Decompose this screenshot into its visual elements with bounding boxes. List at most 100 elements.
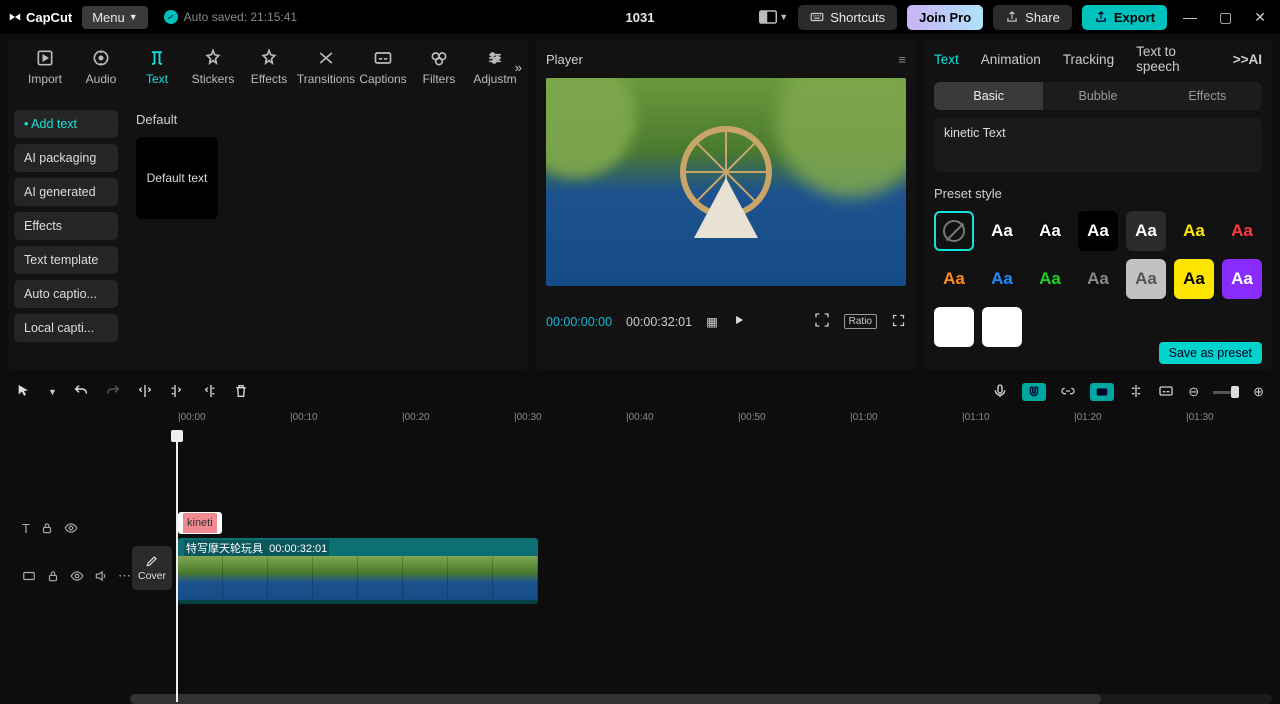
section-label: Default — [136, 112, 516, 127]
menu-button[interactable]: Menu ▼ — [82, 6, 147, 29]
preset-style-swatch[interactable] — [1078, 307, 1118, 347]
shortcuts-button[interactable]: Shortcuts — [798, 5, 897, 30]
subtab-effects[interactable]: Effects — [1153, 82, 1262, 110]
sidebar-item[interactable]: Effects — [14, 212, 118, 240]
preset-style-swatch[interactable]: Aa — [1078, 259, 1118, 299]
sidebar-item[interactable]: Local capti... — [14, 314, 118, 342]
playhead[interactable] — [177, 430, 189, 690]
lock-icon[interactable] — [46, 569, 60, 583]
more-tabs-arrow[interactable]: » — [515, 60, 522, 75]
sidebar-item[interactable]: AI generated — [14, 178, 118, 206]
timeline-scrollbar[interactable] — [130, 694, 1272, 704]
preset-style-swatch[interactable]: Aa — [982, 259, 1022, 299]
export-button[interactable]: Export — [1082, 5, 1167, 30]
cover-button[interactable]: Cover — [132, 546, 172, 590]
text-content-input[interactable]: kinetic Text — [934, 118, 1262, 172]
preset-style-swatch[interactable]: Aa — [934, 259, 974, 299]
preset-style-swatch[interactable]: Aa — [1222, 259, 1262, 299]
ratio-button[interactable]: Ratio — [844, 314, 877, 329]
window-minimize[interactable]: — — [1177, 9, 1203, 25]
undo-button[interactable] — [73, 383, 89, 402]
media-tab-text[interactable]: Text — [130, 44, 184, 86]
play-button[interactable] — [732, 313, 746, 330]
layout-switch[interactable]: ▼ — [759, 10, 788, 24]
sound-icon[interactable] — [94, 569, 108, 583]
magnet-tool-on[interactable] — [1022, 383, 1046, 401]
preset-style-swatch[interactable]: Aa — [1126, 211, 1166, 251]
pointer-tool[interactable] — [16, 383, 32, 402]
align-tool[interactable] — [1128, 383, 1144, 402]
preset-style-swatch[interactable]: Aa — [1078, 211, 1118, 251]
save-as-preset-button[interactable]: Save as preset — [1159, 342, 1262, 364]
list-view-icon[interactable]: ▦ — [706, 314, 718, 329]
link-tool[interactable] — [1060, 383, 1076, 402]
fullscreen-icon[interactable] — [891, 313, 906, 331]
preset-style-swatch[interactable] — [1030, 307, 1070, 347]
redo-button[interactable] — [105, 383, 121, 402]
scan-icon[interactable] — [814, 312, 830, 331]
export-icon — [1094, 10, 1108, 24]
share-button[interactable]: Share — [993, 5, 1072, 30]
media-tab-captions[interactable]: Captions — [356, 44, 410, 86]
eye-icon[interactable] — [70, 569, 84, 583]
preset-style-swatch[interactable] — [1222, 307, 1262, 347]
preset-style-swatch[interactable]: Aa — [1126, 259, 1166, 299]
pointer-chevron-icon[interactable]: ▼ — [48, 387, 57, 397]
preset-style-swatch[interactable] — [934, 211, 974, 251]
sidebar-item[interactable]: Auto captio... — [14, 280, 118, 308]
mic-icon[interactable] — [992, 383, 1008, 402]
split-tool[interactable] — [137, 383, 153, 402]
preset-style-swatch[interactable]: Aa — [1030, 259, 1070, 299]
zoom-out-icon[interactable]: ⊖ — [1188, 384, 1199, 400]
media-tab-audio[interactable]: Audio — [74, 44, 128, 86]
lock-icon[interactable] — [40, 521, 54, 535]
delete-tool[interactable] — [233, 383, 249, 402]
inspector-subtabs: BasicBubbleEffects — [934, 82, 1262, 110]
subtab-basic[interactable]: Basic — [934, 82, 1043, 110]
trim-left-tool[interactable] — [169, 383, 185, 402]
eye-icon[interactable] — [64, 521, 78, 535]
subtab-bubble[interactable]: Bubble — [1043, 82, 1152, 110]
default-text-card[interactable]: Default text — [136, 137, 218, 219]
ruler-mark: |00:00 — [178, 412, 206, 423]
preset-style-swatch[interactable]: Aa — [1174, 211, 1214, 251]
preset-style-swatch[interactable]: Aa — [1174, 259, 1214, 299]
preset-style-swatch[interactable] — [1126, 307, 1166, 347]
preset-style-swatch[interactable] — [982, 307, 1022, 347]
inspector-tab-tracking[interactable]: Tracking — [1063, 52, 1114, 67]
media-tab-transitions[interactable]: Transitions — [298, 44, 354, 86]
track-more-icon[interactable]: ⋯ — [118, 568, 131, 584]
preview-render-on[interactable] — [1090, 383, 1114, 401]
media-tab-effects[interactable]: Effects — [242, 44, 296, 86]
window-close[interactable]: ✕ — [1248, 9, 1272, 26]
sidebar-item[interactable]: Text template — [14, 246, 118, 274]
inspector-tab-animation[interactable]: Animation — [981, 52, 1041, 67]
preset-style-swatch[interactable]: Aa — [1222, 211, 1262, 251]
preset-style-swatch[interactable] — [1174, 307, 1214, 347]
media-tab-import[interactable]: Import — [18, 44, 72, 86]
captions-tool[interactable] — [1158, 383, 1174, 402]
video-preview[interactable] — [546, 78, 906, 286]
tracks-area[interactable]: T kineti ⋯ Cover 特写摩天轮玩具 00:00:32:01 — [8, 430, 1272, 690]
sidebar-item[interactable]: AI packaging — [14, 144, 118, 172]
inspector-tab-text[interactable]: Text — [934, 52, 959, 67]
ruler-mark: |00:20 — [402, 412, 430, 423]
player-menu-icon[interactable]: ≡ — [898, 52, 906, 67]
zoom-in-icon[interactable]: ⊕ — [1253, 384, 1264, 400]
preset-style-swatch[interactable]: Aa — [982, 211, 1022, 251]
inspector-tab-text-to-speech[interactable]: Text to speech — [1136, 44, 1211, 74]
sidebar-item[interactable]: • Add text — [14, 110, 118, 138]
preset-style-swatch[interactable] — [934, 307, 974, 347]
text-track-icon: T — [22, 521, 30, 536]
trim-right-tool[interactable] — [201, 383, 217, 402]
preset-style-swatch[interactable]: Aa — [1030, 211, 1070, 251]
text-track-header: T — [8, 512, 168, 544]
video-clip[interactable]: 特写摩天轮玩具 00:00:32:01 — [178, 538, 538, 604]
zoom-slider[interactable] — [1213, 386, 1239, 398]
media-tab-filters[interactable]: Filters — [412, 44, 466, 86]
ai-toggle[interactable]: >>AI — [1233, 52, 1262, 67]
media-tab-stickers[interactable]: Stickers — [186, 44, 240, 86]
time-ruler[interactable]: |00:00|00:10|00:20|00:30|00:40|00:50|01:… — [172, 410, 1272, 430]
join-pro-button[interactable]: Join Pro — [907, 5, 983, 30]
window-maximize[interactable]: ▢ — [1213, 9, 1238, 26]
